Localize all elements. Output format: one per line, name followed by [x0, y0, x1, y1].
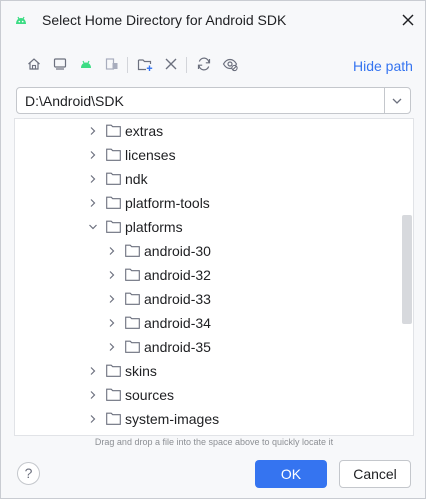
chevron-right-icon[interactable]	[87, 389, 99, 401]
chevron-right-icon[interactable]	[87, 173, 99, 185]
combo-divider	[384, 88, 385, 113]
chevron-right-icon[interactable]	[87, 197, 99, 209]
chevron-down-icon[interactable]	[389, 93, 405, 109]
tree-row[interactable]: platforms	[15, 215, 401, 239]
folder-icon	[106, 124, 121, 137]
tree-item-label: system-images	[125, 411, 220, 427]
close-icon[interactable]	[399, 11, 417, 29]
cancel-button[interactable]: Cancel	[339, 460, 411, 488]
folder-icon	[125, 292, 140, 305]
tree-item-label: skins	[125, 363, 157, 379]
folder-icon	[106, 388, 121, 401]
tree-row[interactable]: sources	[15, 383, 401, 407]
tree-item-label: platform-tools	[125, 195, 210, 211]
tree-item-label: extras	[125, 123, 164, 139]
tree-row[interactable]: ndk	[15, 167, 401, 191]
folder-icon	[106, 220, 121, 233]
path-combo-box[interactable]	[16, 87, 411, 114]
folder-icon	[106, 412, 121, 425]
drag-drop-hint: Drag and drop a file into the space abov…	[94, 437, 334, 447]
folder-icon	[106, 196, 121, 209]
tree-row[interactable]: android-30	[15, 239, 401, 263]
folder-icon	[125, 340, 140, 353]
chevron-right-icon[interactable]	[106, 341, 118, 353]
tree-scrollbar-thumb[interactable]	[402, 215, 412, 324]
folder-icon	[106, 364, 121, 377]
path-input[interactable]	[25, 92, 380, 110]
toolbar-separator	[127, 57, 128, 73]
delete-icon[interactable]	[162, 55, 180, 73]
select-sdk-dialog: Select Home Directory for Android SDK Hi…	[0, 0, 426, 499]
chevron-right-icon[interactable]	[106, 245, 118, 257]
tree-item-label: sources	[125, 387, 175, 403]
refresh-icon[interactable]	[195, 55, 213, 73]
chevron-right-icon[interactable]	[87, 149, 99, 161]
home-icon[interactable]	[25, 55, 43, 73]
tree-item-label: android-35	[144, 339, 211, 355]
folder-icon	[125, 268, 140, 281]
folder-icon	[106, 172, 121, 185]
tree-item-label: ndk	[125, 171, 148, 187]
tree-item-label: android-34	[144, 315, 211, 331]
chevron-right-icon[interactable]	[106, 317, 118, 329]
show-hidden-icon[interactable]	[221, 55, 239, 73]
tree-item-label: platforms	[125, 219, 183, 235]
desktop-icon[interactable]	[51, 55, 69, 73]
ok-button[interactable]: OK	[255, 460, 327, 488]
chevron-right-icon[interactable]	[87, 365, 99, 377]
chevron-right-icon[interactable]	[106, 293, 118, 305]
folder-icon	[106, 148, 121, 161]
folder-icon	[125, 316, 140, 329]
file-chooser-toolbar	[23, 55, 238, 77]
tree-row[interactable]: android-35	[15, 335, 401, 359]
hide-path-link[interactable]: Hide path	[353, 58, 413, 74]
tree-item-label: android-32	[144, 267, 211, 283]
tree-row[interactable]: android-32	[15, 263, 401, 287]
chevron-right-icon[interactable]	[106, 269, 118, 281]
toolbar-separator	[186, 57, 187, 73]
tree-row[interactable]: extras	[15, 119, 401, 143]
folder-icon	[125, 244, 140, 257]
android-studio-logo-icon	[16, 16, 26, 24]
chevron-down-icon[interactable]	[87, 221, 99, 233]
tree-item-label: android-33	[144, 291, 211, 307]
tree-row[interactable]: android-33	[15, 287, 401, 311]
tree-row[interactable]: licenses	[15, 143, 401, 167]
dialog-title: Select Home Directory for Android SDK	[42, 12, 287, 28]
chevron-right-icon[interactable]	[87, 125, 99, 137]
title-bar: Select Home Directory for Android SDK	[1, 1, 425, 39]
chevron-right-icon[interactable]	[87, 413, 99, 425]
tree-row[interactable]: skins	[15, 359, 401, 383]
tree-row[interactable]: platform-tools	[15, 191, 401, 215]
help-button[interactable]: ?	[17, 462, 40, 485]
android-icon[interactable]	[77, 55, 95, 73]
project-icon[interactable]	[103, 55, 121, 73]
tree-row[interactable]: system-images	[15, 407, 401, 431]
new-folder-icon[interactable]	[136, 55, 154, 73]
directory-tree[interactable]: extras licenses ndk platform-tools platforms…	[14, 118, 414, 436]
tree-item-label: licenses	[125, 147, 176, 163]
tree-row[interactable]: android-34	[15, 311, 401, 335]
tree-item-label: android-30	[144, 243, 211, 259]
